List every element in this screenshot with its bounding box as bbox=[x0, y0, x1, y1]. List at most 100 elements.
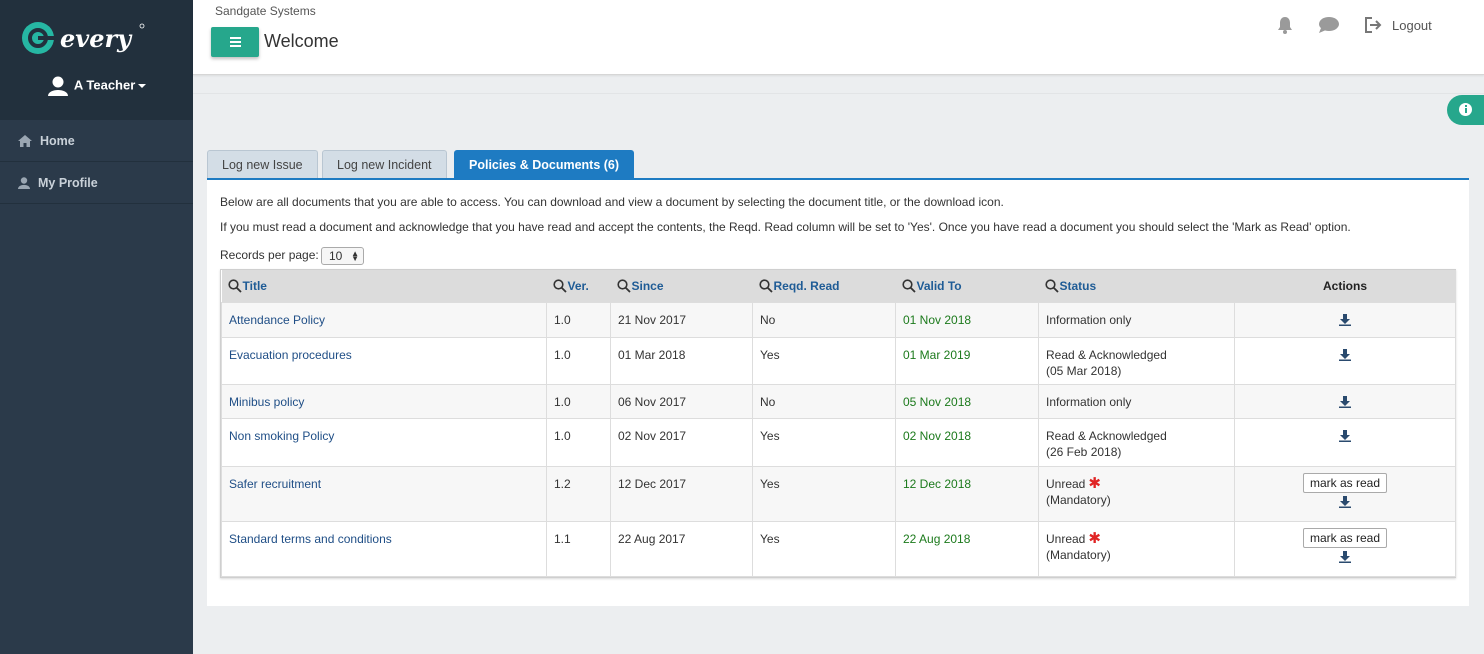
page-title: Welcome bbox=[264, 31, 339, 51]
sidebar: every A Teacher Home My Profile bbox=[0, 0, 193, 654]
every-logo[interactable]: every bbox=[20, 18, 150, 58]
user-menu[interactable]: A Teacher bbox=[0, 76, 193, 96]
actions-cell bbox=[1234, 417, 1456, 467]
col-ver-label: Ver. bbox=[567, 278, 589, 293]
status-cell: Unread ✱ (Mandatory) bbox=[1038, 520, 1235, 577]
logout-icon[interactable] bbox=[1364, 16, 1384, 34]
select-arrows-icon: ▲ ▼ bbox=[351, 249, 359, 263]
col-status-header[interactable]: Status bbox=[1038, 270, 1235, 302]
document-title-link[interactable]: Attendance Policy bbox=[221, 301, 547, 338]
status-cell: Read & Acknowledged (05 Mar 2018) bbox=[1038, 336, 1235, 385]
mandatory-asterisk-icon: ✱ bbox=[1088, 474, 1101, 492]
sidebar-item-label: Home bbox=[40, 134, 75, 148]
divider bbox=[193, 93, 1484, 94]
document-title-link[interactable]: Standard terms and conditions bbox=[221, 520, 547, 577]
reqd-read-cell: Yes bbox=[752, 417, 896, 467]
user-icon bbox=[18, 177, 30, 189]
document-title-link[interactable]: Non smoking Policy bbox=[221, 417, 547, 467]
company-name: Sandgate Systems bbox=[215, 4, 316, 18]
since-cell: 21 Nov 2017 bbox=[610, 301, 753, 338]
reqd-read-cell: Yes bbox=[752, 336, 896, 385]
tab-log-new-incident[interactable]: Log new Incident bbox=[322, 150, 447, 179]
table-row: Safer recruitment 1.2 12 Dec 2017 Yes 12… bbox=[221, 465, 1456, 522]
sidebar-item-home[interactable]: Home bbox=[0, 120, 193, 162]
document-title-link[interactable]: Minibus policy bbox=[221, 383, 547, 419]
table-row: Evacuation procedures 1.0 01 Mar 2018 Ye… bbox=[221, 336, 1456, 385]
brand-text: every bbox=[60, 24, 133, 53]
reqd-read-cell: No bbox=[752, 383, 896, 419]
col-valid-to-header[interactable]: Valid To bbox=[895, 270, 1039, 302]
info-button[interactable] bbox=[1447, 95, 1484, 125]
records-per-page-value: 10 bbox=[329, 249, 343, 263]
since-cell: 06 Nov 2017 bbox=[610, 383, 753, 419]
chat-icon[interactable] bbox=[1318, 16, 1340, 34]
actions-cell bbox=[1234, 301, 1456, 338]
download-icon[interactable] bbox=[1339, 348, 1351, 361]
table-row: Non smoking Policy 1.0 02 Nov 2017 Yes 0… bbox=[221, 417, 1456, 467]
version-cell: 1.0 bbox=[546, 336, 611, 385]
col-actions-header: Actions bbox=[1234, 270, 1456, 302]
status-cell: Unread ✱ (Mandatory) bbox=[1038, 465, 1235, 522]
since-cell: 02 Nov 2017 bbox=[610, 417, 753, 467]
valid-to-cell: 01 Mar 2019 bbox=[895, 336, 1039, 385]
col-ver-header[interactable]: Ver. bbox=[546, 270, 611, 302]
search-icon bbox=[1044, 278, 1059, 293]
status-note: (Mandatory) bbox=[1046, 492, 1111, 507]
intro-text: Below are all documents that you are abl… bbox=[220, 195, 1004, 209]
tab-log-new-issue[interactable]: Log new Issue bbox=[207, 150, 318, 179]
document-title-link[interactable]: Safer recruitment bbox=[221, 465, 547, 522]
mark-as-read-button[interactable]: mark as read bbox=[1302, 527, 1388, 548]
search-icon bbox=[758, 278, 773, 293]
top-header: Sandgate Systems Welcome Logout bbox=[193, 0, 1484, 75]
table-row: Attendance Policy 1.0 21 Nov 2017 No 01 … bbox=[221, 301, 1456, 338]
version-cell: 1.1 bbox=[546, 520, 611, 577]
col-since-label: Since bbox=[631, 278, 664, 293]
version-cell: 1.0 bbox=[546, 383, 611, 419]
user-avatar-icon bbox=[47, 76, 68, 96]
logout-link[interactable]: Logout bbox=[1392, 18, 1432, 33]
since-cell: 22 Aug 2017 bbox=[610, 520, 753, 577]
status-text: Unread bbox=[1046, 531, 1086, 546]
info-icon bbox=[1459, 103, 1472, 116]
search-icon bbox=[552, 278, 567, 293]
download-icon[interactable] bbox=[1339, 550, 1351, 563]
search-icon bbox=[227, 278, 242, 293]
col-title-header[interactable]: Title bbox=[221, 270, 547, 302]
table-row: Standard terms and conditions 1.1 22 Aug… bbox=[221, 520, 1456, 577]
records-per-page-select[interactable]: 10 ▲ ▼ bbox=[321, 247, 364, 265]
status-date: (26 Feb 2018) bbox=[1046, 444, 1122, 459]
document-title-link[interactable]: Evacuation procedures bbox=[221, 336, 547, 385]
menu-toggle-button[interactable] bbox=[211, 27, 259, 57]
actions-cell bbox=[1234, 336, 1456, 385]
download-icon[interactable] bbox=[1339, 313, 1351, 326]
status-date: (05 Mar 2018) bbox=[1046, 363, 1122, 378]
home-icon bbox=[18, 134, 32, 147]
version-cell: 1.0 bbox=[546, 417, 611, 467]
user-name: A Teacher bbox=[73, 77, 136, 93]
status-text: Read & Acknowledged bbox=[1046, 428, 1167, 443]
status-cell: Information only bbox=[1038, 383, 1235, 419]
actions-cell: mark as read bbox=[1234, 520, 1456, 577]
version-cell: 1.0 bbox=[546, 301, 611, 338]
status-text: Information only bbox=[1046, 394, 1132, 409]
sidebar-item-my-profile[interactable]: My Profile bbox=[0, 162, 193, 204]
download-icon[interactable] bbox=[1339, 495, 1351, 508]
valid-to-cell: 01 Nov 2018 bbox=[895, 301, 1039, 338]
sidebar-nav: Home My Profile bbox=[0, 120, 193, 204]
bell-icon[interactable] bbox=[1276, 16, 1294, 34]
status-text: Unread bbox=[1046, 476, 1086, 491]
valid-to-cell: 05 Nov 2018 bbox=[895, 383, 1039, 419]
col-since-header[interactable]: Since bbox=[610, 270, 753, 302]
col-reqd-read-header[interactable]: Reqd. Read bbox=[752, 270, 896, 302]
search-icon bbox=[901, 278, 916, 293]
download-icon[interactable] bbox=[1339, 429, 1351, 442]
download-icon[interactable] bbox=[1339, 395, 1351, 408]
tab-policies-documents[interactable]: Policies & Documents (6) bbox=[454, 150, 635, 179]
actions-cell: mark as read bbox=[1234, 465, 1456, 522]
records-per-page-label: Records per page: bbox=[220, 248, 319, 262]
reqd-read-cell: Yes bbox=[752, 520, 896, 577]
mark-as-read-button[interactable]: mark as read bbox=[1302, 472, 1388, 493]
valid-to-cell: 22 Aug 2018 bbox=[895, 520, 1039, 577]
valid-to-cell: 12 Dec 2018 bbox=[895, 465, 1039, 522]
version-cell: 1.2 bbox=[546, 465, 611, 522]
